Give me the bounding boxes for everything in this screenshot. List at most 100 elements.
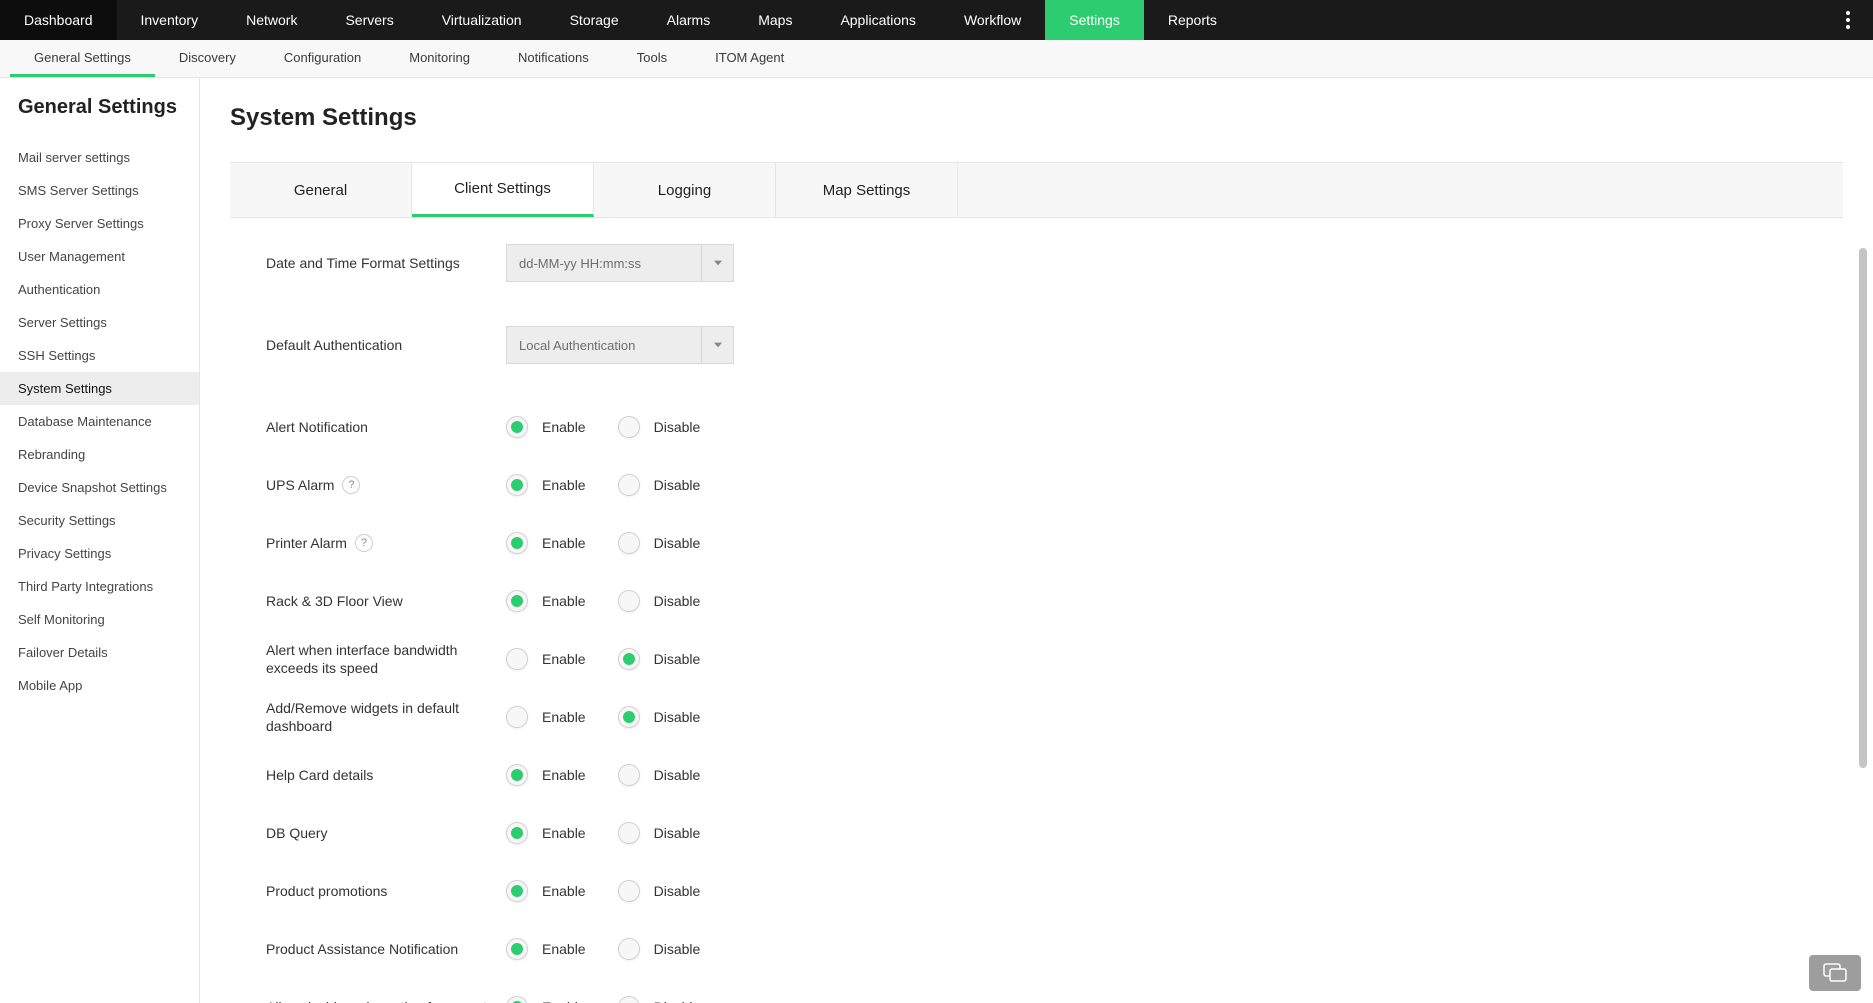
sidebar-item-privacy-settings[interactable]: Privacy Settings xyxy=(0,537,199,570)
sub-nav-item-discovery[interactable]: Discovery xyxy=(155,40,260,77)
disable-label: Disable xyxy=(654,477,701,493)
help-icon[interactable]: ? xyxy=(342,476,360,494)
sidebar-item-system-settings[interactable]: System Settings xyxy=(0,372,199,405)
disable-radio[interactable] xyxy=(618,880,640,902)
disable-radio[interactable] xyxy=(618,474,640,496)
top-nav-item-dashboard[interactable]: Dashboard xyxy=(0,0,117,40)
help-icon[interactable]: ? xyxy=(355,534,373,552)
sidebar-title: General Settings xyxy=(18,96,199,119)
enable-label: Enable xyxy=(542,883,586,899)
disable-radio[interactable] xyxy=(618,416,640,438)
enable-radio[interactable] xyxy=(506,938,528,960)
radio-dot-icon xyxy=(511,943,523,955)
disable-radio[interactable] xyxy=(618,822,640,844)
sub-nav-item-itom-agent[interactable]: ITOM Agent xyxy=(691,40,808,77)
top-nav-item-applications[interactable]: Applications xyxy=(816,0,940,40)
toggle-label-text: Add/Remove widgets in default dashboard xyxy=(266,699,506,735)
top-nav-item-settings[interactable]: Settings xyxy=(1045,0,1144,40)
sidebar-item-user-management[interactable]: User Management xyxy=(0,240,199,273)
tab-map-settings[interactable]: Map Settings xyxy=(776,163,958,217)
page-title: System Settings xyxy=(230,104,1843,132)
radio-dot-icon xyxy=(511,421,523,433)
sidebar-item-server-settings[interactable]: Server Settings xyxy=(0,306,199,339)
toggle-label-text: Product promotions xyxy=(266,882,387,900)
enable-radio[interactable] xyxy=(506,590,528,612)
enable-radio[interactable] xyxy=(506,706,528,728)
toggle-row-product-assistance-notification: Product Assistance Notification EnableDis… xyxy=(266,926,1833,972)
sub-nav-item-monitoring[interactable]: Monitoring xyxy=(385,40,494,77)
scrollbar-thumb[interactable] xyxy=(1859,248,1867,768)
disable-radio[interactable] xyxy=(618,996,640,1003)
sidebar-item-device-snapshot-settings[interactable]: Device Snapshot Settings xyxy=(0,471,199,504)
scrollbar[interactable] xyxy=(1859,248,1867,768)
tab-logging[interactable]: Logging xyxy=(594,163,776,217)
disable-radio[interactable] xyxy=(618,648,640,670)
top-nav-item-reports[interactable]: Reports xyxy=(1144,0,1241,40)
chat-button[interactable] xyxy=(1809,955,1861,991)
sub-nav-item-notifications[interactable]: Notifications xyxy=(494,40,613,77)
chevron-down-icon xyxy=(701,245,733,281)
main-content: System Settings GeneralClient SettingsLo… xyxy=(200,78,1873,1003)
sub-nav-item-tools[interactable]: Tools xyxy=(613,40,691,77)
overflow-menu-button[interactable] xyxy=(1833,0,1863,40)
top-nav-item-workflow[interactable]: Workflow xyxy=(940,0,1045,40)
default-auth-select[interactable]: Local Authentication xyxy=(506,326,734,364)
toggle-label: Help Card details xyxy=(266,766,506,784)
date-format-select[interactable]: dd-MM-yy HH:mm:ss xyxy=(506,244,734,282)
radio-dot-icon xyxy=(623,885,635,897)
disable-radio[interactable] xyxy=(618,706,640,728)
disable-radio[interactable] xyxy=(618,590,640,612)
enable-radio[interactable] xyxy=(506,532,528,554)
sidebar-item-rebranding[interactable]: Rebranding xyxy=(0,438,199,471)
sub-nav-item-general-settings[interactable]: General Settings xyxy=(10,40,155,77)
sidebar-item-ssh-settings[interactable]: SSH Settings xyxy=(0,339,199,372)
tab-client-settings[interactable]: Client Settings xyxy=(412,163,594,217)
enable-radio[interactable] xyxy=(506,996,528,1003)
enable-radio[interactable] xyxy=(506,764,528,786)
sidebar-item-sms-server-settings[interactable]: SMS Server Settings xyxy=(0,174,199,207)
top-nav-item-alarms[interactable]: Alarms xyxy=(643,0,735,40)
sub-nav: General SettingsDiscoveryConfigurationMo… xyxy=(0,40,1873,78)
enable-radio[interactable] xyxy=(506,416,528,438)
enable-radio[interactable] xyxy=(506,474,528,496)
toggle-label-text: Alert when interface bandwidth exceeds i… xyxy=(266,641,506,677)
sidebar-item-security-settings[interactable]: Security Settings xyxy=(0,504,199,537)
toggle-row-alert-when-interface-bandwidth-exceeds-its-speed: Alert when interface bandwidth exceeds i… xyxy=(266,636,1833,682)
tab-general[interactable]: General xyxy=(230,163,412,217)
enable-radio[interactable] xyxy=(506,648,528,670)
toggle-label: UPS Alarm? xyxy=(266,476,506,494)
sidebar-item-mail-server-settings[interactable]: Mail server settings xyxy=(0,141,199,174)
radio-dot-icon xyxy=(511,885,523,897)
toggle-label-text: Product Assistance Notification xyxy=(266,940,458,958)
top-nav-item-maps[interactable]: Maps xyxy=(734,0,816,40)
radio-dot-icon xyxy=(623,595,635,607)
sidebar-item-third-party-integrations[interactable]: Third Party Integrations xyxy=(0,570,199,603)
enable-label: Enable xyxy=(542,419,586,435)
radio-group: EnableDisable xyxy=(506,822,718,844)
sidebar-item-mobile-app[interactable]: Mobile App xyxy=(0,669,199,702)
sub-nav-item-configuration[interactable]: Configuration xyxy=(260,40,385,77)
top-nav-item-inventory[interactable]: Inventory xyxy=(117,0,223,40)
top-nav-item-virtualization[interactable]: Virtualization xyxy=(418,0,546,40)
enable-label: Enable xyxy=(542,535,586,551)
disable-radio[interactable] xyxy=(618,938,640,960)
enable-radio[interactable] xyxy=(506,880,528,902)
disable-radio[interactable] xyxy=(618,764,640,786)
sidebar-item-proxy-server-settings[interactable]: Proxy Server Settings xyxy=(0,207,199,240)
disable-label: Disable xyxy=(654,767,701,783)
sidebar-item-failover-details[interactable]: Failover Details xyxy=(0,636,199,669)
top-nav-item-network[interactable]: Network xyxy=(222,0,321,40)
toggle-label: Alert when interface bandwidth exceeds i… xyxy=(266,641,506,677)
radio-group: EnableDisable xyxy=(506,938,718,960)
radio-group: EnableDisable xyxy=(506,590,718,612)
sidebar-item-database-maintenance[interactable]: Database Maintenance xyxy=(0,405,199,438)
sidebar-item-authentication[interactable]: Authentication xyxy=(0,273,199,306)
disable-radio[interactable] xyxy=(618,532,640,554)
toggle-label-text: Help Card details xyxy=(266,766,373,784)
top-nav-item-storage[interactable]: Storage xyxy=(546,0,643,40)
enable-radio[interactable] xyxy=(506,822,528,844)
radio-dot-icon xyxy=(511,827,523,839)
toggle-label-text: Rack & 3D Floor View xyxy=(266,592,403,610)
sidebar-item-self-monitoring[interactable]: Self Monitoring xyxy=(0,603,199,636)
top-nav-item-servers[interactable]: Servers xyxy=(321,0,417,40)
